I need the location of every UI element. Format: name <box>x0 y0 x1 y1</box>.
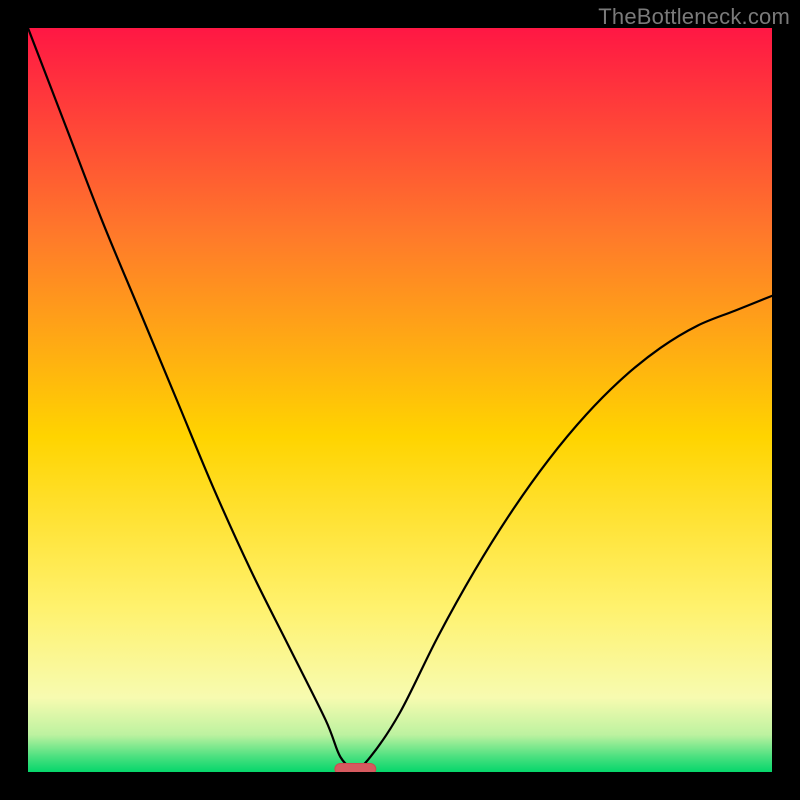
optimal-point-marker <box>335 764 376 772</box>
chart-svg <box>28 28 772 772</box>
watermark-text: TheBottleneck.com <box>598 4 790 30</box>
gradient-background <box>28 28 772 772</box>
outer-frame: TheBottleneck.com <box>0 0 800 800</box>
chart-plot-area <box>28 28 772 772</box>
